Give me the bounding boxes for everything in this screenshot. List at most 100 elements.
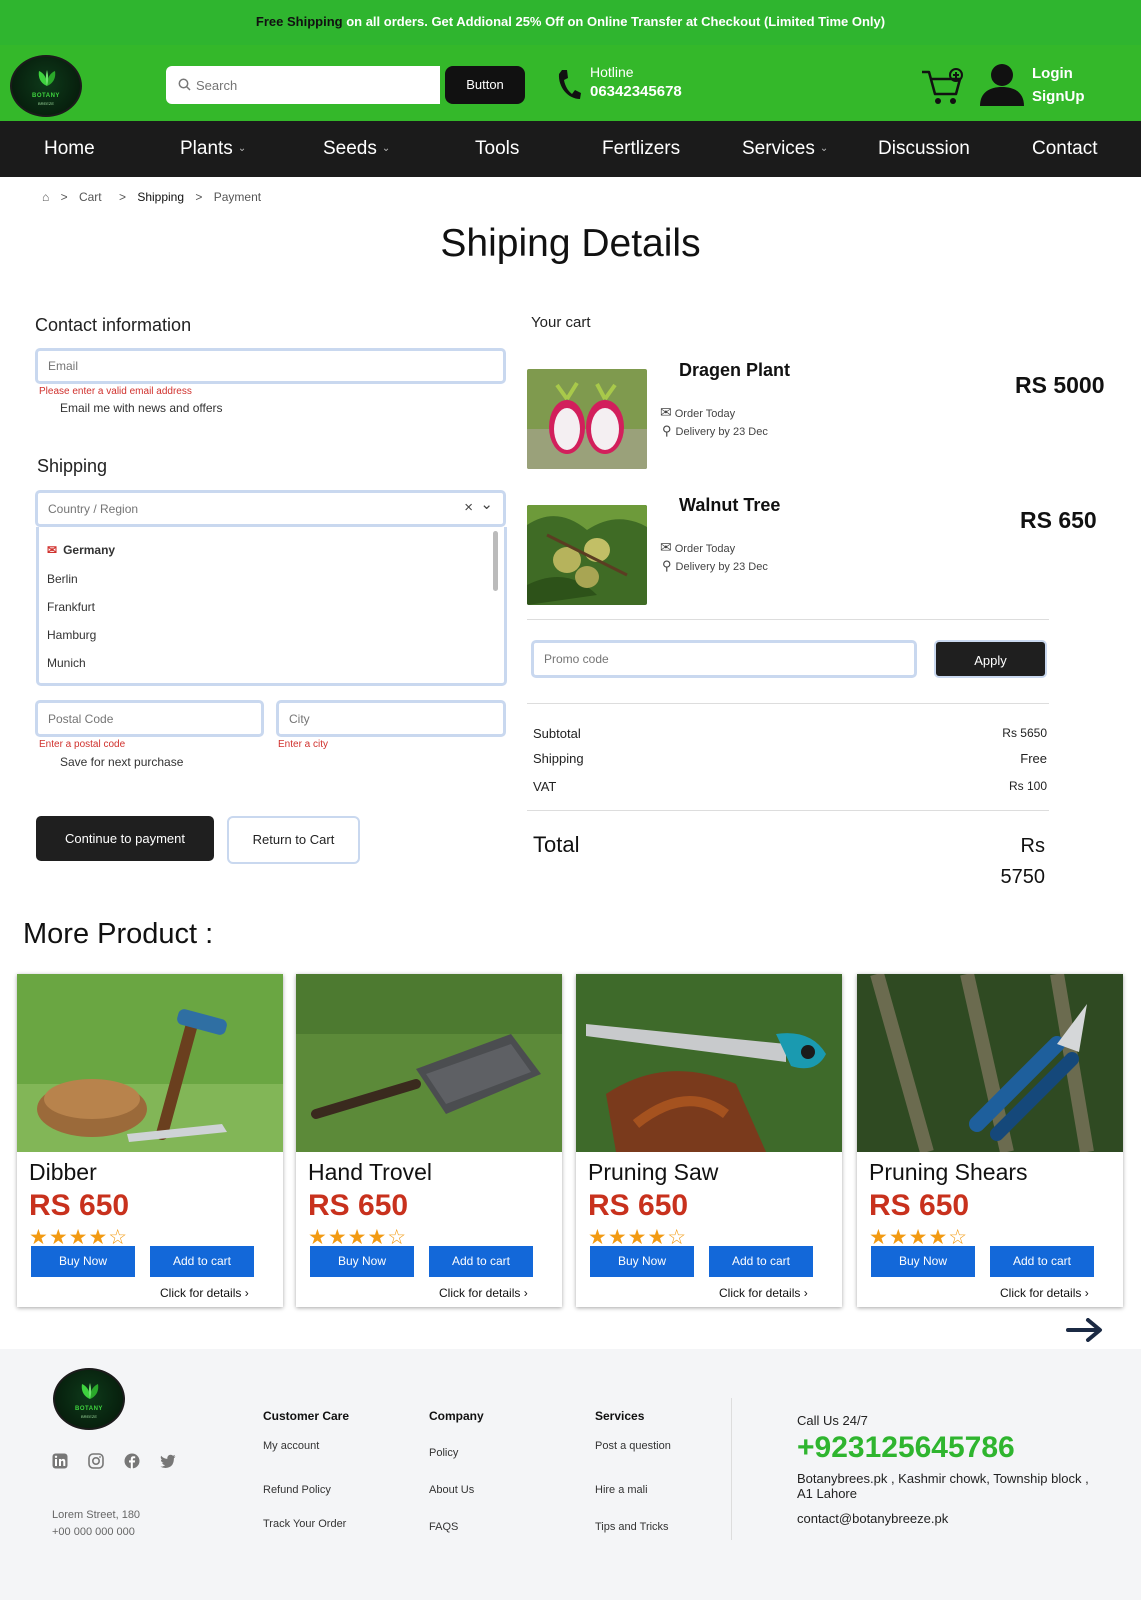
city-input[interactable] — [279, 703, 503, 734]
nav-tools[interactable]: Tools — [475, 121, 519, 177]
cart-item-name[interactable]: Walnut Tree — [679, 495, 780, 516]
dropdown-option-germany[interactable]: ✉ Germany — [47, 543, 115, 557]
pruning-saw-image[interactable] — [576, 974, 842, 1152]
dropdown-option-city[interactable]: Berlin — [47, 572, 78, 586]
search-button[interactable]: Button — [445, 66, 525, 104]
footer-phone[interactable]: +923125645786 — [797, 1431, 1015, 1465]
email-field[interactable] — [35, 348, 506, 384]
nav-contact-label: Contact — [1032, 138, 1098, 159]
nav-seeds[interactable]: Seeds ⌄ — [323, 121, 390, 177]
promo-code-field[interactable] — [531, 640, 917, 678]
return-to-cart-button[interactable]: Return to Cart — [227, 816, 360, 864]
shipping-value: Free — [1020, 751, 1047, 766]
add-to-cart-button[interactable]: Add to cart — [990, 1246, 1094, 1277]
nav-discussion[interactable]: Discussion — [878, 121, 970, 177]
country-select[interactable]: × ⌄ — [35, 490, 506, 527]
main-nav: Home Plants ⌄ Seeds ⌄ Tools Fertlizers Ser… — [0, 121, 1141, 177]
continue-to-payment-button[interactable]: Continue to payment — [36, 816, 214, 861]
product-card[interactable]: Pruning Shears RS 650 ★★★★☆ Buy Now Add … — [857, 974, 1123, 1307]
country-input[interactable] — [38, 493, 503, 524]
linkedin-icon[interactable] — [52, 1453, 68, 1469]
clear-icon[interactable]: × — [464, 499, 473, 516]
details-link[interactable]: Click for details › — [719, 1286, 808, 1300]
breadcrumb-shipping[interactable]: Shipping — [137, 190, 184, 204]
hotline[interactable]: Hotline 06342345678 — [556, 64, 716, 108]
postal-code-input[interactable] — [38, 703, 261, 734]
footer-link-my-account[interactable]: My account — [263, 1440, 319, 1452]
details-link[interactable]: Click for details › — [439, 1286, 528, 1300]
breadcrumb-cart[interactable]: Cart — [79, 190, 102, 204]
add-to-cart-button[interactable]: Add to cart — [150, 1246, 254, 1277]
twitter-icon[interactable] — [160, 1453, 176, 1469]
chevron-down-icon[interactable]: ⌄ — [480, 495, 493, 513]
dropdown-option-city[interactable]: Hamburg — [47, 628, 96, 642]
user-icon[interactable] — [978, 62, 1026, 108]
add-to-cart-button[interactable]: Add to cart — [429, 1246, 533, 1277]
facebook-icon[interactable] — [124, 1453, 140, 1469]
nav-plants[interactable]: Plants ⌄ — [180, 121, 246, 177]
details-link[interactable]: Click for details › — [160, 1286, 249, 1300]
email-error: Please enter a valid email address — [39, 386, 192, 397]
footer-logo[interactable]: BOTANY BREEZE — [53, 1368, 125, 1430]
dropdown-scrollbar[interactable] — [493, 531, 498, 591]
nav-home[interactable]: Home — [44, 121, 95, 177]
cart-item-order: ✉ Order Today — [660, 404, 735, 421]
hand-trowel-image[interactable] — [296, 974, 562, 1152]
product-card[interactable]: Pruning Saw RS 650 ★★★★☆ Buy Now Add to … — [576, 974, 842, 1307]
search-input[interactable] — [196, 66, 436, 104]
footer-link-post-question[interactable]: Post a question — [595, 1440, 671, 1452]
instagram-icon[interactable] — [88, 1453, 104, 1469]
breadcrumb-payment[interactable]: Payment — [214, 190, 261, 204]
postal-code-field[interactable] — [35, 700, 264, 737]
nav-services[interactable]: Services ⌄ — [742, 121, 828, 177]
site-logo[interactable]: BOTANY BREEZE — [10, 55, 82, 117]
footer-email[interactable]: contact@botanybreeze.pk — [797, 1511, 948, 1526]
product-name[interactable]: Pruning Shears — [869, 1159, 1028, 1186]
dropdown-option-city[interactable]: Frankfurt — [47, 600, 95, 614]
save-checkbox-label[interactable]: Save for next purchase — [60, 755, 183, 769]
buy-now-button[interactable]: Buy Now — [310, 1246, 414, 1277]
nav-contact[interactable]: Contact — [1032, 121, 1097, 177]
dropdown-option-city[interactable]: Munich — [47, 656, 86, 670]
cart-item-name[interactable]: Dragen Plant — [679, 360, 790, 381]
newsletter-checkbox-label[interactable]: Email me with news and offers — [60, 401, 223, 415]
details-link[interactable]: Click for details › — [1000, 1286, 1089, 1300]
add-to-cart-button[interactable]: Add to cart — [709, 1246, 813, 1277]
home-icon[interactable]: ⌂ — [42, 190, 49, 204]
product-name[interactable]: Pruning Saw — [588, 1159, 718, 1186]
product-card[interactable]: Hand Trovel RS 650 ★★★★☆ Buy Now Add to … — [296, 974, 562, 1307]
arrow-right-icon[interactable] — [1066, 1318, 1104, 1342]
postal-code-error: Enter a postal code — [39, 739, 126, 750]
email-input[interactable] — [38, 351, 503, 381]
breadcrumb-separator: > — [60, 190, 68, 204]
footer-heading-customer-care: Customer Care — [263, 1409, 350, 1423]
promo-code-input[interactable] — [534, 643, 914, 675]
nav-fertilizers[interactable]: Fertlizers — [602, 121, 680, 177]
product-name[interactable]: Dibber — [29, 1159, 97, 1186]
subtotal-value: Rs 5650 — [1002, 726, 1047, 740]
product-card[interactable]: Dibber RS 650 ★★★★☆ Buy Now Add to cart … — [17, 974, 283, 1307]
footer-link-about-us[interactable]: About Us — [429, 1484, 474, 1496]
pruning-shears-image[interactable] — [857, 974, 1123, 1152]
product-name[interactable]: Hand Trovel — [308, 1159, 432, 1186]
city-field[interactable] — [276, 700, 506, 737]
footer-link-track-order[interactable]: Track Your Order — [263, 1518, 346, 1530]
cart-icon[interactable] — [920, 66, 966, 108]
buy-now-button[interactable]: Buy Now — [31, 1246, 135, 1277]
dibber-image[interactable] — [17, 974, 283, 1152]
apply-button[interactable]: Apply — [934, 640, 1047, 678]
login-link[interactable]: Login — [1032, 65, 1073, 82]
footer-link-faqs[interactable]: FAQS — [429, 1521, 458, 1533]
envelope-icon: ✉ — [660, 539, 672, 555]
footer-link-hire-mali[interactable]: Hire a mali — [595, 1484, 648, 1496]
signup-link[interactable]: SignUp — [1032, 88, 1085, 105]
footer-link-policy[interactable]: Policy — [429, 1447, 458, 1459]
buy-now-button[interactable]: Buy Now — [590, 1246, 694, 1277]
footer-link-refund-policy[interactable]: Refund Policy — [263, 1484, 331, 1496]
product-price: RS 650 — [869, 1189, 970, 1222]
footer-link-tips[interactable]: Tips and Tricks — [595, 1521, 669, 1533]
buy-now-button[interactable]: Buy Now — [871, 1246, 975, 1277]
dragon-fruit-image[interactable] — [527, 369, 647, 469]
walnut-tree-image[interactable] — [527, 505, 647, 605]
nav-fertilizers-label: Fertlizers — [602, 138, 681, 159]
